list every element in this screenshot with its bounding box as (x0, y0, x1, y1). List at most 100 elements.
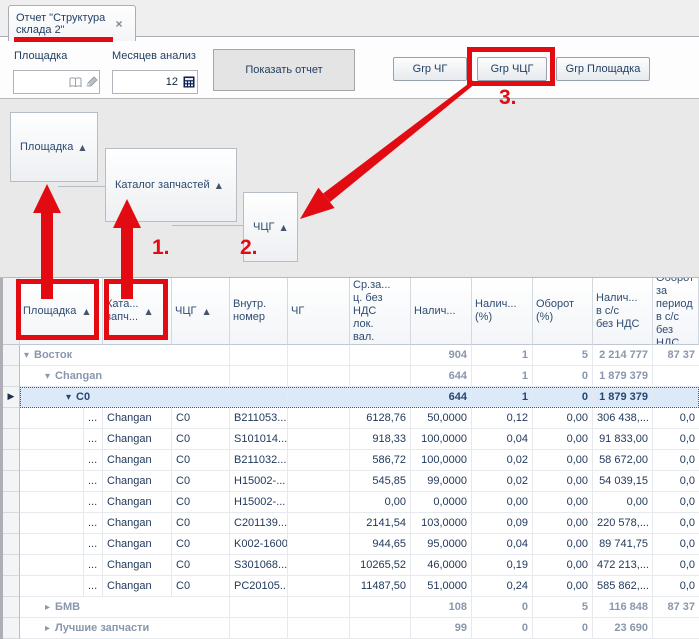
data-row[interactable]: ...ChanganC0B211032...586,72100,00000,02… (3, 450, 699, 471)
cell-katalog: Changan (103, 534, 172, 554)
group-row[interactable]: ▸Лучшие запчасти990023 690 (3, 618, 699, 639)
row-content: ...ChanganC0H15002-...0,000,00000,000,00… (20, 492, 699, 513)
group-cell: ▾ C0 (62, 387, 230, 407)
cell-nalich: 100,0000 (411, 450, 472, 470)
column-header-label: Налич... (%) (475, 298, 517, 324)
group-box-katalog[interactable]: Каталог запчастей ▲ (105, 148, 237, 222)
cell-oborot_period: 0,0 (653, 492, 699, 512)
group-cell: ▾Восток (20, 345, 230, 365)
cell-nalich_ss: 89 741,75 (593, 534, 653, 554)
column-header-label: Внутр. номер (233, 298, 266, 324)
group-row[interactable]: ▸БМВ10805116 84887 37 (3, 597, 699, 618)
cell-katalog: Changan (103, 429, 172, 449)
collapse-row-icon[interactable]: ▾ (45, 371, 50, 382)
collapse-row-icon[interactable]: ▾ (24, 350, 29, 361)
cell-ploshchadka: ... (84, 555, 103, 575)
column-header-chcg[interactable]: ЧЦГ▲ (172, 278, 230, 345)
cell-nalich_ss: 585 862,... (593, 576, 653, 596)
column-header-chg[interactable]: ЧГ (288, 278, 350, 345)
data-row[interactable]: ...ChanganC0B211053...6128,7650,00000,12… (3, 408, 699, 429)
group-row[interactable]: ▾Changan644101 879 379 (3, 366, 699, 387)
cell-oborot_period: 0,0 (653, 450, 699, 470)
column-header-oborot_pct[interactable]: Оборот (%) (533, 278, 593, 345)
data-row[interactable]: ...ChanganC0PC20105...11487,5051,00000,2… (3, 576, 699, 597)
group-label: Changan (55, 370, 102, 382)
toolbar: Площадка Месяцев анализ 12 Показать отче… (0, 37, 699, 99)
group-row[interactable]: ▾Восток904152 214 77787 37 (3, 345, 699, 366)
column-header-oborot_period[interactable]: Оборот за период в с/с без НДС (653, 278, 699, 345)
cell-chg (288, 408, 350, 428)
months-label: Месяцев анализ (112, 50, 196, 62)
cell-nalich_pct: 0,09 (472, 513, 533, 533)
sort-asc-icon: ▲ (280, 223, 286, 232)
cell-chcg: C0 (172, 534, 230, 554)
cell-oborot_pct: 0,00 (533, 555, 593, 575)
cell-oborot_pct: 0,00 (533, 576, 593, 596)
months-input[interactable]: 12 (112, 70, 198, 94)
group-cell: ▸БМВ (41, 597, 230, 617)
data-row[interactable]: ...ChanganC0S301068...10265,5246,00000,1… (3, 555, 699, 576)
cell-chcg: C0 (172, 513, 230, 533)
grp-chg-button[interactable]: Grp ЧГ (393, 57, 467, 81)
collapse-row-icon[interactable]: ▾ (66, 392, 71, 403)
ploshchadka-input[interactable] (13, 70, 100, 94)
group-label: C0 (76, 391, 90, 403)
data-row[interactable]: ...ChanganC0C201139...2141,54103,00000,0… (3, 513, 699, 534)
cell-chg (288, 618, 350, 638)
cell-katalog: Changan (103, 576, 172, 596)
group-box-label: Площадка (20, 141, 73, 153)
column-header-nalich[interactable]: Налич... (411, 278, 472, 345)
cell-katalog: Changan (103, 408, 172, 428)
cell-vnutr (230, 366, 288, 386)
column-header-nalich_pct[interactable]: Налич... (%) (472, 278, 533, 345)
calculator-icon[interactable] (181, 74, 197, 90)
group-box-ploshchadka[interactable]: Площадка ▲ (10, 112, 98, 182)
cell-katalog: Changan (103, 555, 172, 575)
column-header-avg_price[interactable]: Ср.за... ц. без НДС лок. вал. (350, 278, 411, 345)
book-lookup-icon[interactable] (67, 74, 83, 90)
grp-ploshchadka-button[interactable]: Grp Площадка (556, 57, 650, 81)
close-icon[interactable]: × (111, 17, 127, 31)
cell-oborot_pct: 0 (533, 366, 593, 386)
expand-row-icon[interactable]: ▸ (45, 623, 50, 634)
data-row[interactable]: ...ChanganC0H15002-...0,000,00000,000,00… (3, 492, 699, 513)
cell-vnutr: H15002-... (230, 471, 288, 491)
tree-indent (20, 576, 84, 596)
data-row[interactable]: ...ChanganC0K002-1600944,6595,00000,040,… (3, 534, 699, 555)
expand-row-icon[interactable]: ▸ (45, 602, 50, 613)
cell-avg_price: 944,65 (350, 534, 411, 554)
row-content: ...ChanganC0S301068...10265,5246,00000,1… (20, 555, 699, 576)
tree-indent (20, 618, 41, 638)
column-header-nalich_ss[interactable]: Налич... в с/с без НДС (593, 278, 653, 345)
cell-oborot_period (653, 366, 699, 386)
cell-nalich_pct: 0,00 (472, 492, 533, 512)
row-content: ...ChanganC0K002-1600944,6595,00000,040,… (20, 534, 699, 555)
focused-row-indicator-icon: ▶ (3, 387, 20, 408)
data-row[interactable]: ...ChanganC0H15002-...545,8599,00000,020… (3, 471, 699, 492)
tree-indent (20, 534, 84, 554)
cell-nalich: 50,0000 (411, 408, 472, 428)
cell-oborot_period (653, 618, 699, 638)
cell-avg_price: 918,33 (350, 429, 411, 449)
data-row[interactable]: ...ChanganC0S101014...918,33100,00000,04… (3, 429, 699, 450)
cell-nalich_ss: 472 213,... (593, 555, 653, 575)
grp-chcg-button[interactable]: Grp ЧЦГ (477, 57, 547, 81)
tab-report[interactable]: Отчет "Структура склада 2" × (8, 5, 136, 41)
cell-ploshchadka: ... (84, 576, 103, 596)
column-header-vnutr[interactable]: Внутр. номер (230, 278, 288, 345)
cell-oborot_pct: 0,00 (533, 471, 593, 491)
cell-vnutr (230, 597, 288, 617)
column-header-katalog[interactable]: Ката... запч...▲ (103, 278, 172, 345)
column-header-ploshchadka[interactable]: Площадка▲ (20, 278, 103, 345)
cell-vnutr (230, 345, 288, 365)
cell-katalog: Changan (103, 513, 172, 533)
column-header-label: Налич... в с/с без НДС (596, 292, 640, 331)
cell-nalich_ss: 0,00 (593, 492, 653, 512)
group-row[interactable]: ▶▾C0644101 879 379 (3, 387, 699, 408)
show-report-button[interactable]: Показать отчет (213, 49, 355, 91)
pencil-edit-icon[interactable] (83, 74, 99, 90)
grid-header: Площадка▲Ката... запч...▲ЧЦГ▲Внутр. номе… (3, 278, 699, 345)
cell-nalich: 644 (411, 366, 472, 386)
cell-chg (288, 345, 350, 365)
group-box-chcg[interactable]: ЧЦГ ▲ (243, 192, 298, 262)
